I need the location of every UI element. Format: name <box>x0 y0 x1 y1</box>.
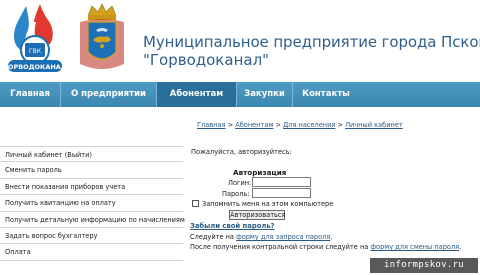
change-password-suffix: . <box>459 243 462 251</box>
remember-me-label: Запомнить меня на этом компьютере <box>202 200 334 208</box>
nav-item-main[interactable]: Главная <box>0 82 61 107</box>
request-password-link[interactable]: форму для запроса пароля <box>236 233 330 241</box>
nav-item-purchases[interactable]: Закупки <box>237 82 293 107</box>
sidebar-item-submit-readings[interactable]: Внести показания приборов учета <box>0 179 183 196</box>
breadcrumb-separator: > <box>225 121 236 129</box>
breadcrumb-separator: > <box>335 121 346 129</box>
breadcrumb-account[interactable]: Личный кабинет <box>345 121 403 129</box>
nav-item-subscribers[interactable]: Абонентам <box>157 82 237 107</box>
svg-text:ГВК: ГВК <box>29 48 42 55</box>
change-password-link[interactable]: форму для смены пароля <box>370 243 459 251</box>
breadcrumb-subscribers[interactable]: Абонентам <box>235 121 273 129</box>
sidebar-menu: Личный кабинет (Выйти) Сменить пароль Вн… <box>0 146 185 261</box>
sidebar-item-get-receipt[interactable]: Получить квитанцию на оплату <box>0 195 183 212</box>
request-password-prefix: Следуйте на <box>190 233 237 241</box>
site-title-line1: Муниципальное предприятие города Пскова <box>143 33 480 51</box>
change-password-prefix: После получения контрольной строки следу… <box>190 243 371 251</box>
watermark: informpskov.ru <box>370 258 478 273</box>
forgot-password-link[interactable]: Забыли свой пароль? <box>190 222 275 230</box>
breadcrumb: Главная > Абонентам > Для населения > Ли… <box>197 121 403 129</box>
password-input[interactable] <box>252 188 311 198</box>
site-header: ГВК ГОРВОДОКАНАЛ Муниципальное предприят… <box>0 0 480 78</box>
change-password-line: После получения контрольной строки следу… <box>190 243 461 251</box>
request-password-suffix: . <box>330 233 333 241</box>
sidebar-item-payment[interactable]: Оплата <box>0 244 183 261</box>
login-button[interactable]: Авторизоваться <box>229 210 286 220</box>
login-title: Авторизация <box>233 168 287 177</box>
login-input[interactable] <box>252 177 311 187</box>
breadcrumb-population[interactable]: Для населения <box>283 121 335 129</box>
sidebar-item-charges-details[interactable]: Получить детальную информацию по начисле… <box>0 212 185 228</box>
site-title-line2: "Горводоканал" <box>143 51 270 69</box>
sidebar-item-account-logout[interactable]: Личный кабинет (Выйти) <box>0 146 183 163</box>
gorvodokanal-logo-icon[interactable]: ГВК ГОРВОДОКАНАЛ <box>6 2 64 76</box>
password-label: Пароль: <box>222 190 250 198</box>
pskov-coat-of-arms-icon <box>80 3 124 69</box>
main-nav: Главная О предприятии Абонентам Закупки … <box>0 82 480 107</box>
nav-item-contacts[interactable]: Контакты <box>293 82 359 107</box>
request-password-line: Следуйте на форму для запроса пароля. <box>190 233 332 241</box>
breadcrumb-separator: > <box>273 121 284 129</box>
login-label: Логин: <box>228 179 252 187</box>
login-prompt: Пожалуйста, авторизуйтесь: <box>191 148 292 156</box>
remember-me-checkbox[interactable] <box>192 200 199 207</box>
breadcrumb-home[interactable]: Главная <box>197 121 225 129</box>
sidebar-item-ask-accountant[interactable]: Задать вопрос бухгалтеру <box>0 228 183 245</box>
sidebar-item-change-password[interactable]: Сменить пароль <box>0 162 183 179</box>
nav-item-about[interactable]: О предприятии <box>61 82 157 107</box>
svg-text:ГОРВОДОКАНАЛ: ГОРВОДОКАНАЛ <box>6 63 64 71</box>
